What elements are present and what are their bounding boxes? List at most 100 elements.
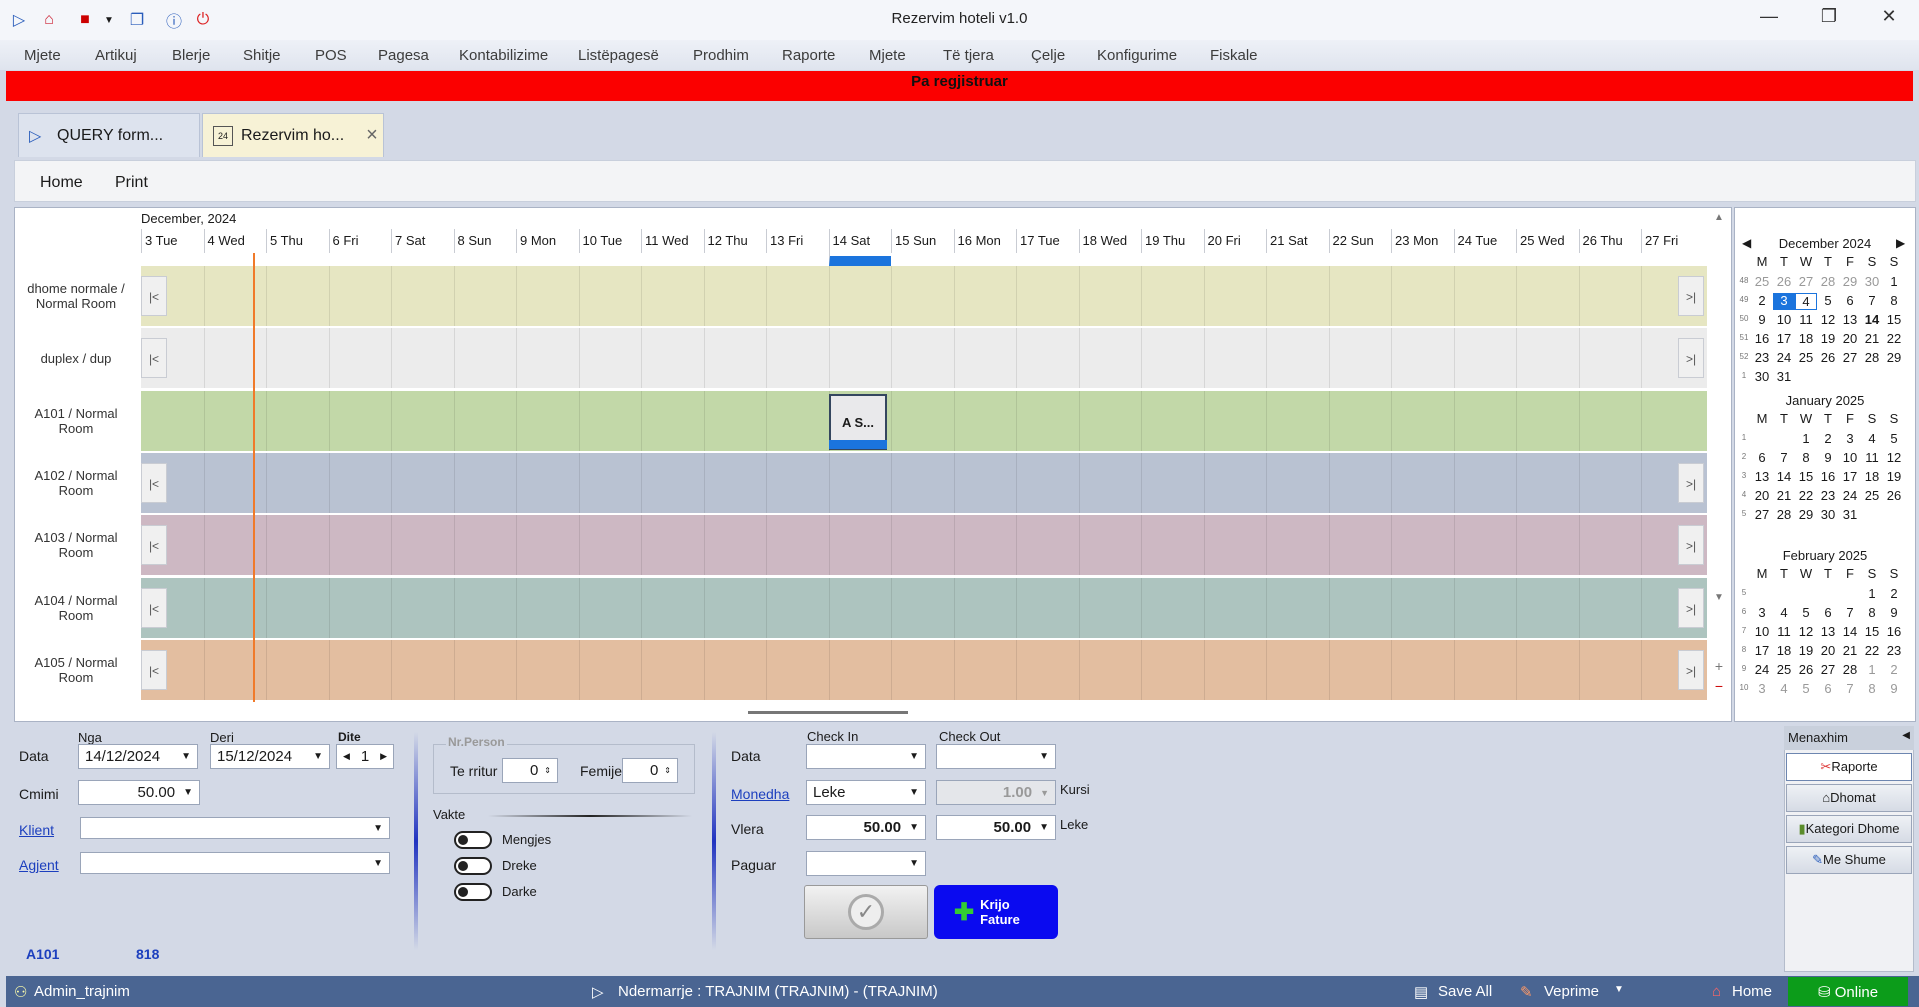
calendar-day[interactable]: 6 — [1839, 293, 1861, 310]
calendar-day[interactable]: 2 — [1817, 431, 1839, 446]
chevron-down-icon[interactable]: ▼ — [313, 751, 323, 762]
chevron-down-icon[interactable]: ▼ — [181, 751, 191, 762]
calendar-day[interactable] — [1751, 431, 1773, 446]
calendar-day[interactable]: 16 — [1751, 331, 1773, 346]
calendar-day[interactable]: 16 — [1817, 469, 1839, 484]
calendar-day[interactable]: 8 — [1861, 681, 1883, 696]
exchange-rate-field[interactable]: 1.00 ▼ — [936, 780, 1056, 805]
calendar-day[interactable]: 19 — [1817, 331, 1839, 346]
calendar-day[interactable] — [1839, 586, 1861, 601]
day-header[interactable]: 10 Tue — [578, 229, 642, 253]
next-appointment-button[interactable]: >| — [1678, 276, 1704, 316]
online-status[interactable]: ⛁ Online — [1788, 977, 1908, 1006]
next-appointment-button[interactable]: >| — [1678, 650, 1704, 690]
calendar-day[interactable]: 15 — [1861, 624, 1883, 639]
calendar-day[interactable]: 6 — [1817, 681, 1839, 696]
operations-icon[interactable]: ✎ — [1520, 983, 1533, 1001]
calendar-day[interactable]: 22 — [1861, 643, 1883, 658]
room-resource-row[interactable] — [141, 453, 1707, 513]
calendar-day[interactable]: 27 — [1751, 507, 1773, 522]
day-header[interactable]: 15 Sun — [891, 229, 954, 253]
calendar-day[interactable]: 11 — [1795, 312, 1817, 327]
chevron-down-icon[interactable]: ▼ — [909, 787, 919, 798]
horizontal-scroll-thumb[interactable] — [748, 711, 908, 714]
menu-item[interactable]: Mjete — [869, 47, 906, 64]
calendar-day[interactable]: 7 — [1861, 293, 1883, 310]
check-in-field[interactable]: ▼ — [806, 744, 926, 769]
close-button[interactable]: ✕ — [1874, 6, 1904, 32]
calendar-day[interactable]: 9 — [1751, 312, 1773, 327]
chevron-down-icon[interactable]: ▼ — [373, 858, 383, 869]
scheduler-scrollbar[interactable]: ▲ ▼ + − — [1712, 212, 1726, 712]
calendar-day[interactable]: 21 — [1773, 488, 1795, 503]
day-header[interactable]: 24 Tue — [1453, 229, 1517, 253]
calendar-day[interactable]: 3 — [1839, 431, 1861, 446]
calendar-day[interactable] — [1883, 369, 1905, 384]
calendar-day[interactable]: 12 — [1795, 624, 1817, 639]
chevron-down-icon[interactable]: ▼ — [1039, 751, 1049, 762]
day-header[interactable]: 4 Wed — [203, 229, 267, 253]
calendar-day[interactable]: 25 — [1861, 488, 1883, 503]
menu-item[interactable]: Raporte — [782, 47, 835, 64]
menu-item[interactable]: Listëpagesë — [578, 47, 659, 64]
menu-item[interactable]: POS — [315, 47, 347, 64]
day-header[interactable]: 18 Wed — [1078, 229, 1142, 253]
day-header[interactable]: 11 Wed — [641, 229, 704, 253]
room-resource-row[interactable] — [141, 391, 1707, 451]
menu-item[interactable]: Shitje — [243, 47, 281, 64]
more-button[interactable]: ✎Me Shume — [1786, 846, 1912, 874]
menu-item[interactable]: Prodhim — [693, 47, 749, 64]
menu-item[interactable]: Çelje — [1031, 47, 1065, 64]
save-icon[interactable]: ▤ — [1414, 983, 1428, 1001]
next-appointment-button[interactable]: >| — [1678, 338, 1704, 378]
calendar-day[interactable]: 8 — [1795, 450, 1817, 465]
calendar-day[interactable]: 2 — [1883, 586, 1905, 601]
calendar-day[interactable]: 3 — [1751, 605, 1773, 620]
calendar-day[interactable]: 25 — [1751, 274, 1773, 289]
calendar-day[interactable]: 26 — [1883, 488, 1905, 503]
minimize-button[interactable]: — — [1754, 6, 1784, 32]
next-appointment-button[interactable]: >| — [1678, 525, 1704, 565]
chevron-down-icon[interactable]: ▼ — [373, 823, 383, 834]
currency-field[interactable]: Leke ▼ — [806, 780, 926, 805]
home-button[interactable]: Home — [1732, 983, 1772, 1000]
calendar-day[interactable]: 20 — [1751, 488, 1773, 503]
calendar-day[interactable]: 15 — [1795, 469, 1817, 484]
minus-icon[interactable]: − — [1712, 678, 1726, 694]
day-header[interactable]: 14 Sat — [828, 229, 891, 266]
calendar-day[interactable]: 21 — [1839, 643, 1861, 658]
day-header[interactable]: 6 Fri — [328, 229, 392, 253]
next-appointment-button[interactable]: >| — [1678, 588, 1704, 628]
calendar-day[interactable]: 29 — [1839, 274, 1861, 289]
check-out-field[interactable]: ▼ — [936, 744, 1056, 769]
klient-link[interactable]: Klient — [19, 822, 54, 838]
calendar-day[interactable] — [1751, 586, 1773, 601]
calendar-day[interactable]: 27 — [1795, 274, 1817, 289]
day-header[interactable]: 13 Fri — [766, 229, 829, 253]
calendar-day[interactable]: 1 — [1861, 662, 1883, 677]
calendar-day[interactable]: 8 — [1861, 605, 1883, 620]
calendar-day[interactable]: 14 — [1861, 312, 1883, 327]
calendar-day[interactable]: 29 — [1883, 350, 1905, 365]
day-header[interactable]: 8 Sun — [453, 229, 517, 253]
calendar-day[interactable]: 6 — [1817, 605, 1839, 620]
menu-item[interactable]: Të tjera — [943, 47, 994, 64]
calendar-day[interactable]: 13 — [1751, 469, 1773, 484]
prev-appointment-button[interactable]: |< — [141, 276, 167, 316]
calendar-day[interactable]: 23 — [1751, 350, 1773, 365]
room-resource-row[interactable] — [141, 578, 1707, 638]
calendar-day[interactable]: 23 — [1817, 488, 1839, 503]
calendar-day[interactable]: 29 — [1795, 507, 1817, 522]
calendar-day[interactable]: 30 — [1817, 507, 1839, 522]
calendar-day[interactable]: 17 — [1751, 643, 1773, 658]
calendar-day[interactable]: 18 — [1861, 469, 1883, 484]
calendar-day[interactable] — [1795, 586, 1817, 601]
adults-stepper[interactable]: 0 ⇕ — [502, 758, 558, 783]
monedha-link[interactable]: Monedha — [731, 786, 789, 802]
room-resource-row[interactable] — [141, 328, 1707, 388]
menu-item[interactable]: Mjete — [24, 47, 61, 64]
calendar-day[interactable]: 28 — [1839, 662, 1861, 677]
calendar-day[interactable] — [1795, 369, 1817, 384]
calendar-day[interactable]: 28 — [1817, 274, 1839, 289]
calendar-day[interactable]: 9 — [1817, 450, 1839, 465]
